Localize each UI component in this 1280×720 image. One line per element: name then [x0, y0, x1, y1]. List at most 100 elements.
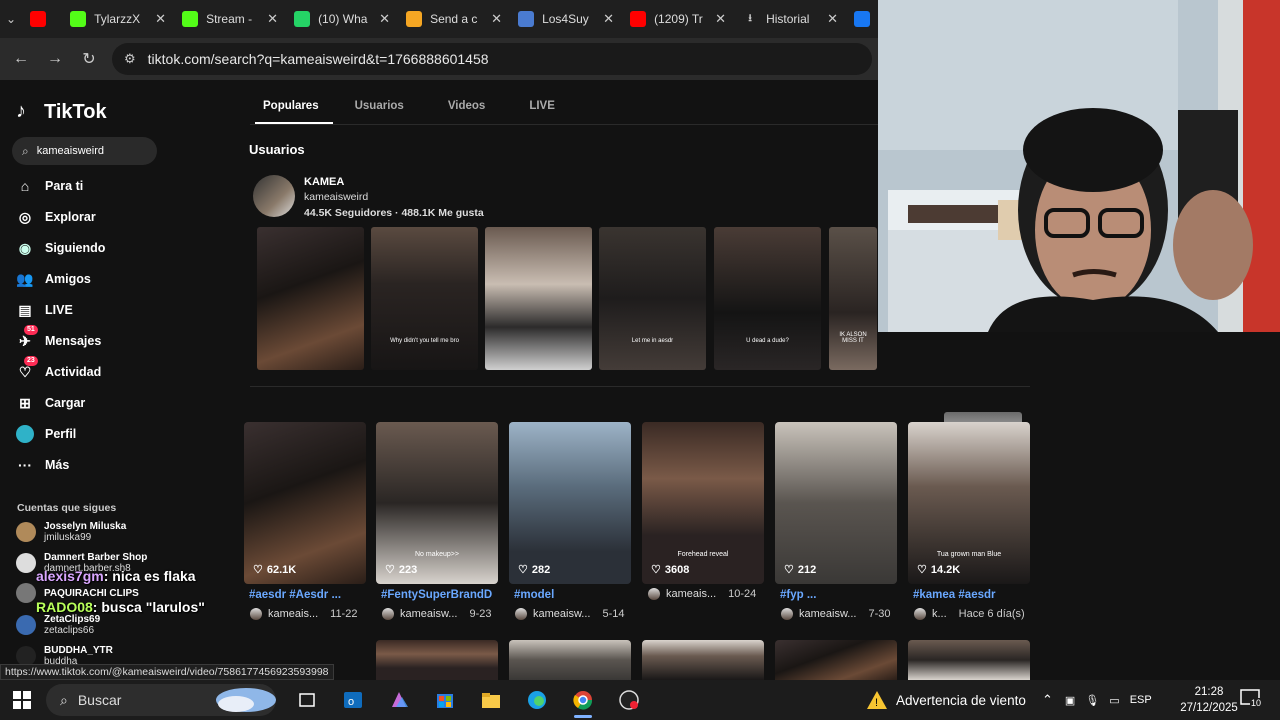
user-video-thumb[interactable]: Why didn't you tell me bro: [371, 227, 478, 370]
heart-icon: ♡: [253, 564, 263, 576]
close-tab-icon[interactable]: ✕: [827, 11, 838, 27]
search-input[interactable]: ⌕ kameaisweird: [12, 137, 157, 165]
user-video-thumb[interactable]: U dead a dude?: [714, 227, 821, 370]
video-card-next-row[interactable]: [908, 640, 1030, 680]
video-author[interactable]: kameaisw...: [533, 608, 590, 620]
back-arrow-icon[interactable]: ←: [4, 42, 38, 76]
site-info-icon[interactable]: ⚙: [124, 51, 136, 67]
nav-item-perfil[interactable]: ● Perfil: [16, 421, 216, 447]
tab-usuarios[interactable]: Usuarios: [333, 100, 426, 124]
chrome-icon[interactable]: [560, 680, 606, 720]
nav-item-mensajes[interactable]: ✈ 51 Mensajes: [16, 325, 216, 354]
file-explorer-icon[interactable]: [468, 680, 514, 720]
tab-videos[interactable]: Videos: [426, 100, 508, 124]
followed-account[interactable]: Josselyn Miluska jmiluska99: [16, 521, 126, 543]
likes-count: 282: [531, 563, 551, 576]
windows-start-icon[interactable]: [0, 680, 44, 720]
video-card[interactable]: ♡ 282: [509, 422, 631, 584]
nav-item-cargar[interactable]: ⊞ Cargar: [16, 390, 216, 416]
close-tab-icon[interactable]: ✕: [267, 11, 278, 27]
outlook-icon[interactable]: o: [330, 680, 376, 720]
video-card-next-row[interactable]: [642, 640, 764, 680]
tray-device-icon[interactable]: ▣: [1065, 694, 1075, 707]
browser-tab[interactable]: (1209) Tr ✕: [622, 0, 734, 38]
store-icon[interactable]: [422, 680, 468, 720]
video-card-next-row[interactable]: [775, 640, 897, 680]
video-date: Hace 6 día(s): [958, 608, 1025, 620]
nav-item-explorar[interactable]: ◎ Explorar: [16, 204, 216, 230]
browser-tab[interactable]: Los4Suy ✕: [510, 0, 622, 38]
microphone-icon[interactable]: 🎙: [1085, 694, 1099, 707]
video-title[interactable]: #model: [514, 589, 639, 601]
tab-search-chevron-icon[interactable]: ⌄: [6, 7, 16, 31]
user-video-thumb[interactable]: [485, 227, 592, 370]
copilot-icon[interactable]: [376, 680, 422, 720]
video-title[interactable]: #kamea #aesdr: [913, 589, 1038, 601]
user-video-thumb[interactable]: IK ALSON MISS IT: [829, 227, 877, 370]
close-tab-icon[interactable]: ✕: [491, 11, 502, 27]
chat-user: alexis7gm: [36, 568, 104, 584]
nav-item-live[interactable]: ▤ LIVE: [16, 297, 216, 323]
tray-chevron-up-icon[interactable]: ⌃: [1042, 692, 1053, 708]
browser-tab[interactable]: Send a c ✕: [398, 0, 510, 38]
browser-tab[interactable]: Stream - ✕: [174, 0, 286, 38]
clock-time: 21:28: [1194, 686, 1224, 698]
video-card-next-row[interactable]: [376, 640, 498, 680]
nav-item-mas[interactable]: ··· Más: [16, 452, 216, 478]
followed-user: jmiluska99: [44, 532, 92, 543]
edge-icon[interactable]: [514, 680, 560, 720]
video-author[interactable]: kameaisw...: [799, 608, 856, 620]
reload-icon[interactable]: ↻: [72, 42, 106, 76]
user-name[interactable]: KAMEA: [304, 176, 344, 188]
author-avatar: [914, 608, 926, 620]
language-indicator[interactable]: ESP: [1130, 694, 1152, 706]
notifications-icon[interactable]: 10: [1240, 688, 1264, 712]
close-tab-icon[interactable]: ✕: [155, 11, 166, 27]
user-video-thumb[interactable]: Let me in aesdr: [599, 227, 706, 370]
video-card[interactable]: Forehead reveal ♡ 3608: [642, 422, 764, 584]
user-video-thumb[interactable]: [257, 227, 364, 370]
video-author[interactable]: kameais...: [666, 588, 716, 600]
user-avatar[interactable]: [253, 175, 295, 217]
tab-populares[interactable]: Populares: [250, 100, 333, 124]
nav-item-siguiendo[interactable]: ◉ Siguiendo: [16, 235, 216, 261]
obs-icon[interactable]: [606, 680, 652, 720]
svg-text:o: o: [348, 696, 354, 708]
url-bar[interactable]: ⚙ tiktok.com/search?q=kameaisweird&t=176…: [112, 43, 872, 75]
video-card-next-row[interactable]: [509, 640, 631, 680]
browser-tab[interactable]: ⭳ Historial ✕: [734, 0, 846, 38]
video-card[interactable]: ♡ 212: [775, 422, 897, 584]
browser-tab-strip: ⌄ TylarzzX ✕ Stream - ✕ (10) Wha ✕ Send a c ✕ Lo…: [0, 0, 880, 38]
heart-icon: ♡: [784, 564, 794, 576]
author-avatar: [515, 608, 527, 620]
taskbar-clock[interactable]: 21:28 27/12/2025: [1180, 684, 1238, 716]
network-icon[interactable]: ▭: [1109, 694, 1119, 707]
nav-item-para-ti[interactable]: ⌂ Para ti: [16, 173, 216, 199]
video-title[interactable]: #aesdr #Aesdr ...: [249, 589, 374, 601]
browser-tab[interactable]: (10) Wha ✕: [286, 0, 398, 38]
video-title[interactable]: #fyp ...: [780, 589, 905, 601]
task-view-icon[interactable]: [284, 680, 330, 720]
nav-item-amigos[interactable]: 👥 Amigos: [16, 266, 216, 292]
browser-tab-label: TylarzzX: [94, 12, 141, 26]
nav-item-actividad[interactable]: ♡ 23 Actividad: [16, 356, 216, 385]
video-card[interactable]: ♡ 62.1K: [244, 422, 366, 584]
taskbar-search-input[interactable]: ⌕ Buscar: [46, 684, 276, 716]
weather-widget[interactable]: ! Advertencia de viento: [866, 680, 1026, 720]
close-tab-icon[interactable]: ✕: [379, 11, 390, 27]
video-card[interactable]: No makeup>> ♡ 223: [376, 422, 498, 584]
tiktok-logo[interactable]: ♪ TikTok: [16, 100, 107, 124]
browser-tab[interactable]: [22, 0, 62, 38]
video-card[interactable]: Tua grown man Blue ♡ 14.2K: [908, 422, 1030, 584]
followed-account[interactable]: ZetaClips69 zetaclips66: [16, 614, 100, 636]
video-author[interactable]: kameaisw...: [400, 608, 457, 620]
tab-live[interactable]: LIVE: [507, 100, 577, 124]
close-tab-icon[interactable]: ✕: [715, 11, 726, 27]
forward-arrow-icon[interactable]: →: [38, 42, 72, 76]
video-author[interactable]: k...: [932, 608, 947, 620]
video-author[interactable]: kameais...: [268, 608, 318, 620]
followed-name: ZetaClips69: [44, 614, 101, 625]
video-title[interactable]: #FentySuperBrandD: [381, 589, 506, 601]
close-tab-icon[interactable]: ✕: [603, 11, 614, 27]
browser-tab[interactable]: TylarzzX ✕: [62, 0, 174, 38]
